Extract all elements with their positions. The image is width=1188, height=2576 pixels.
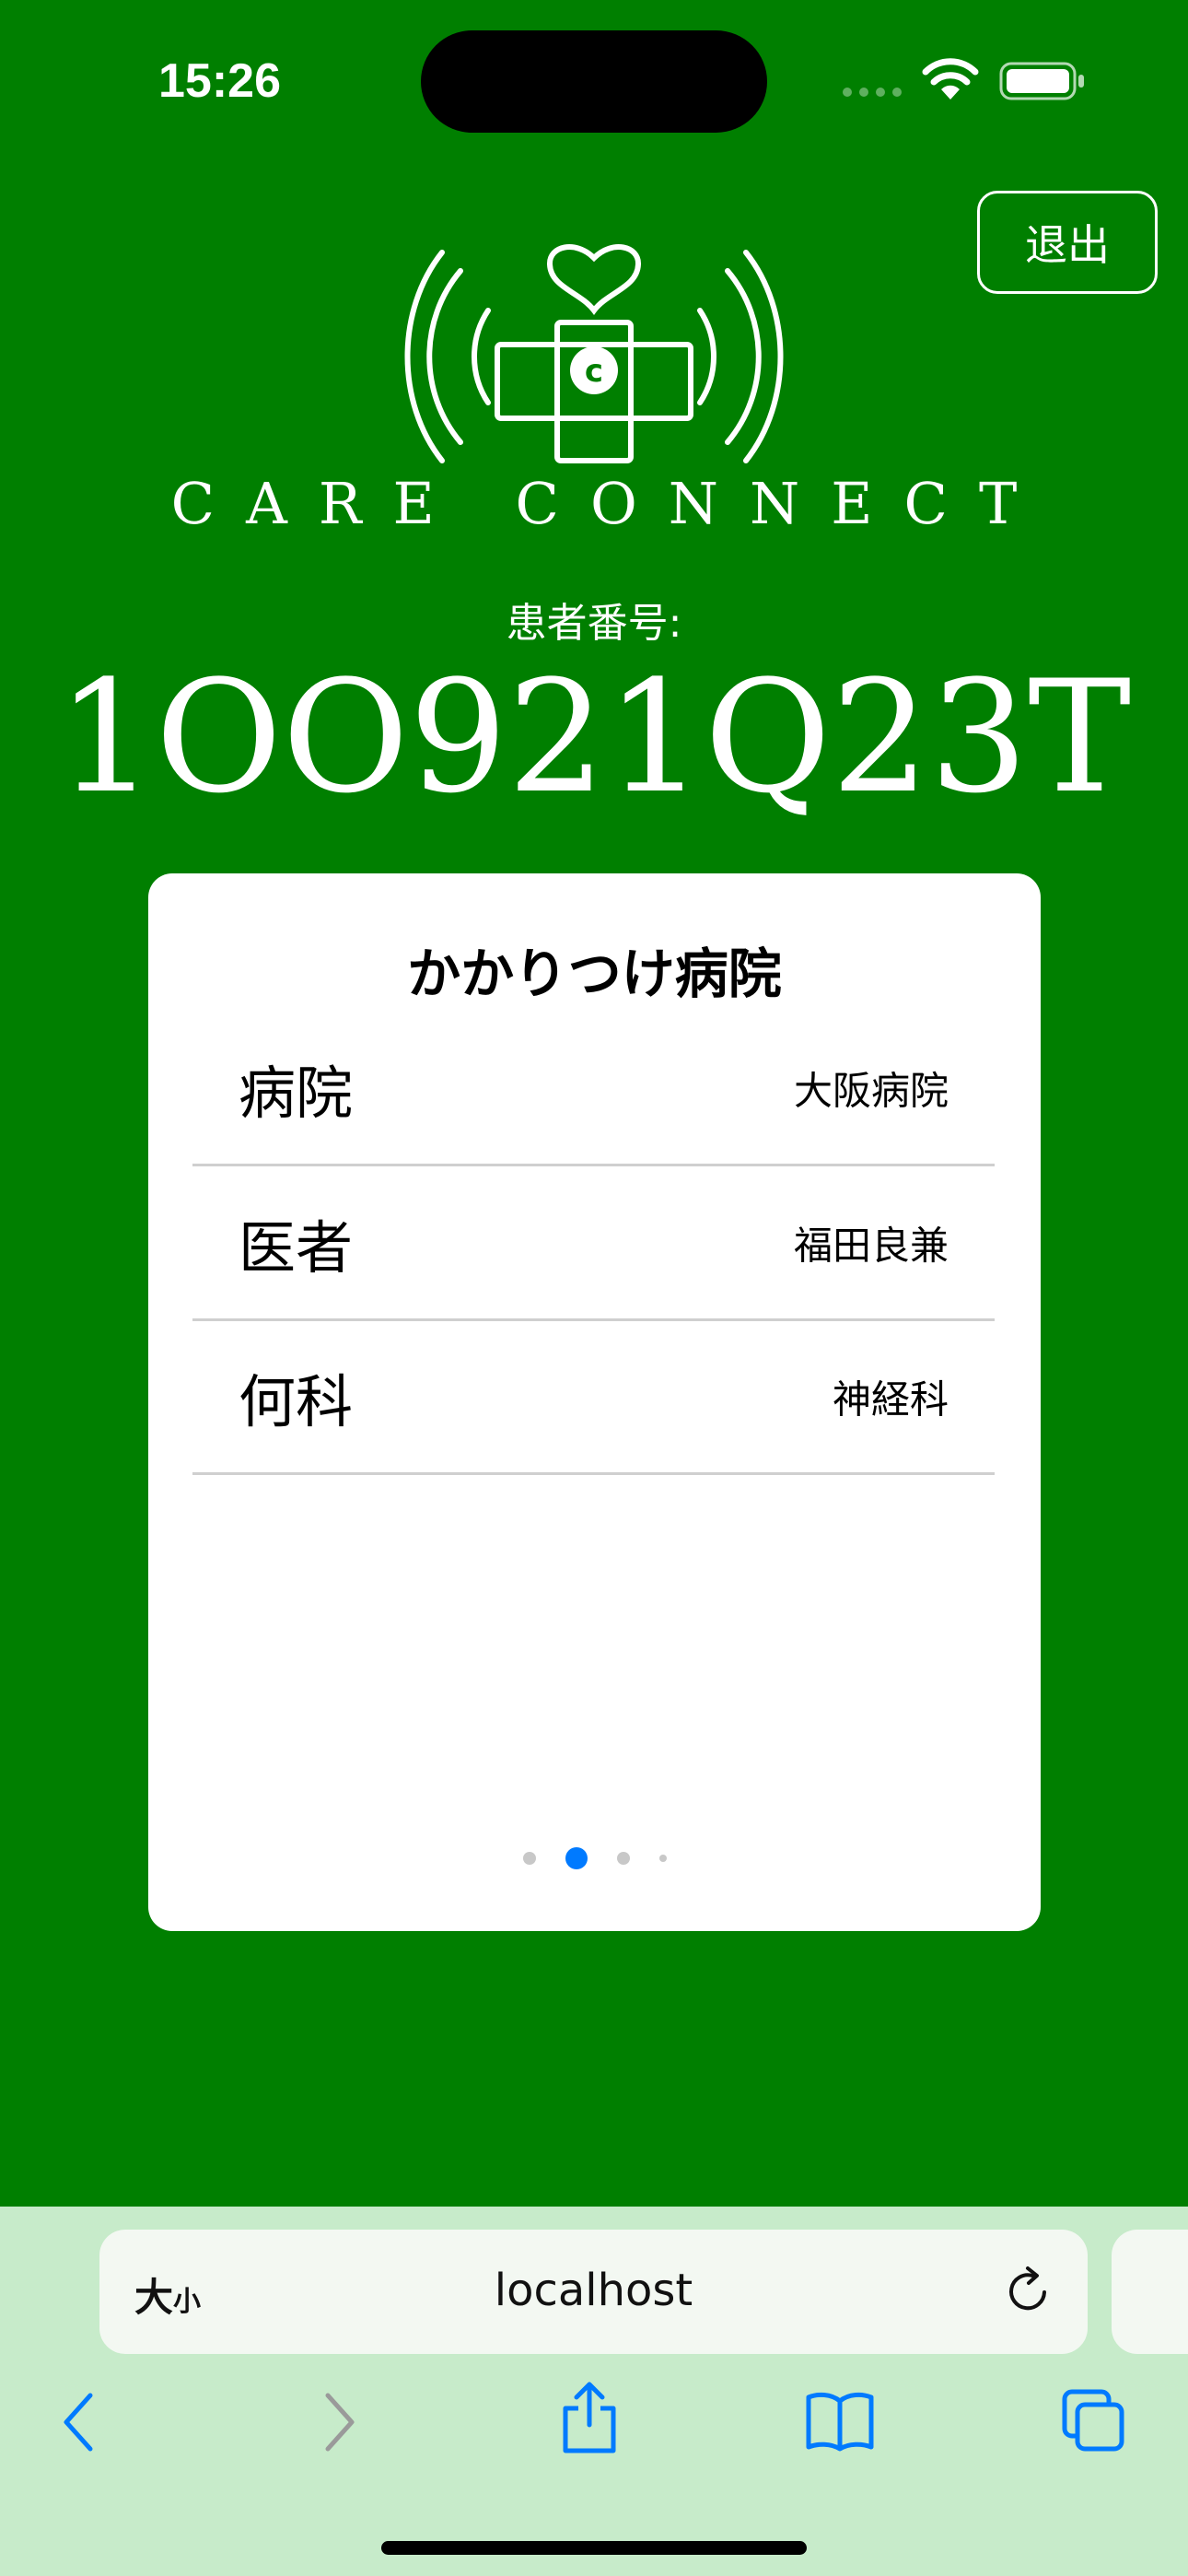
info-row-department: 何科 神経科 [192, 1320, 995, 1475]
tabs-icon[interactable] [1061, 2388, 1127, 2454]
info-label-hospital: 病院 [239, 1059, 354, 1127]
address-bar[interactable]: 大小 localhost [99, 2230, 1088, 2354]
page-dot-1[interactable] [522, 1852, 536, 1865]
back-icon[interactable] [57, 2386, 103, 2458]
svg-text:c: c [585, 353, 603, 390]
patient-number: 1OO921Q23T [56, 647, 1132, 827]
home-indicator [381, 2541, 807, 2555]
info-label-doctor: 医者 [239, 1213, 354, 1282]
forward-icon[interactable] [315, 2386, 361, 2458]
cellular-signal-icon [843, 88, 902, 97]
info-row-hospital: 病院 大阪病院 [192, 1012, 995, 1166]
page-dot-3[interactable] [616, 1852, 630, 1865]
share-icon[interactable] [558, 2379, 621, 2456]
dynamic-island [421, 30, 767, 133]
care-connect-logo-icon: c [404, 244, 784, 463]
status-time: 15:26 [158, 54, 281, 108]
bookmarks-icon[interactable] [805, 2390, 875, 2453]
page-dot-2[interactable] [565, 1847, 588, 1869]
page-indicator[interactable] [148, 1844, 1041, 1872]
logout-button[interactable]: 退出 [977, 191, 1158, 294]
info-label-department: 何科 [239, 1367, 354, 1435]
wifi-icon [922, 58, 979, 100]
brand-name: CARE CONNECT [170, 470, 1049, 537]
patient-number-label: 患者番号: [506, 600, 682, 647]
info-value-hospital: 大阪病院 [793, 1068, 949, 1113]
reload-icon[interactable] [1002, 2265, 1055, 2318]
address-text[interactable]: localhost [99, 2265, 1088, 2316]
info-value-doctor: 福田良兼 [793, 1223, 949, 1268]
status-bar: 15:26 [0, 0, 1188, 147]
battery-icon [999, 62, 1084, 100]
info-value-department: 神経科 [832, 1376, 949, 1422]
info-row-doctor: 医者 福田良兼 [192, 1166, 995, 1321]
card-title: かかりつけ病院 [407, 943, 782, 1005]
family-hospital-card[interactable]: かかりつけ病院 病院 大阪病院 医者 福田良兼 何科 神経科 [148, 873, 1041, 1931]
next-tab-preview[interactable] [1112, 2230, 1188, 2354]
page-dot-4[interactable] [658, 1855, 667, 1862]
